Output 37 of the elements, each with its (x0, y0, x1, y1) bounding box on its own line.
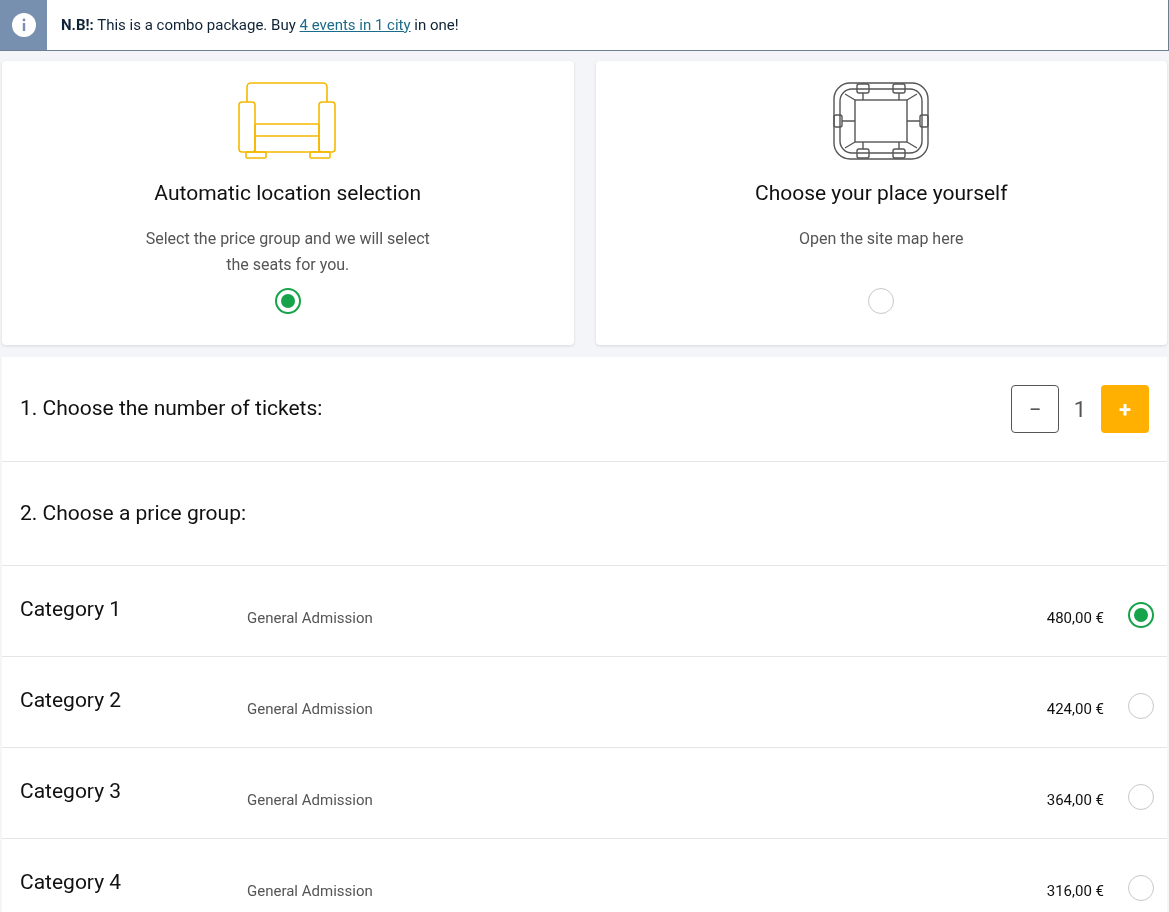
info-icon (11, 13, 36, 37)
radio-button[interactable] (1128, 875, 1154, 901)
selection-card[interactable]: Automatic location selection Select the price group and we will select the seats for you. (2, 61, 574, 345)
category-price: 364,00 € (1046, 790, 1104, 811)
venue-map-icon (833, 82, 930, 160)
card-title: Automatic location selection (154, 180, 422, 207)
radio-button[interactable] (1128, 602, 1154, 628)
selection-card[interactable]: Choose your place yourself Open the site map here (595, 61, 1167, 345)
admission-type: General Admission (247, 608, 373, 629)
category-name: Category 1 (20, 596, 122, 623)
category-price: 316,00 € (1046, 881, 1104, 902)
section-heading: 2. Choose a price group: (20, 499, 247, 527)
admission-type: General Admission (247, 699, 373, 720)
category-row[interactable]: Category 3 General Admission 364,00 € (2, 748, 1167, 839)
radio-button[interactable] (868, 287, 895, 314)
category-name: Category 4 (20, 869, 122, 896)
category-row[interactable]: Category 2 General Admission 424,00 € (2, 657, 1167, 748)
category-row[interactable]: Category 1 General Admission 480,00 € (2, 566, 1167, 657)
radio-button[interactable] (1128, 784, 1154, 810)
card-description: Open the site map here (798, 227, 965, 250)
radio-button[interactable] (1128, 693, 1154, 719)
card-description: Select the price group and we will select the seats for you. (144, 227, 431, 276)
admission-type: General Admission (247, 790, 373, 811)
card-title: Choose your place yourself (755, 180, 1008, 207)
category-row[interactable]: Category 4 General Admission 316,00 € (2, 839, 1167, 912)
radio-button[interactable] (274, 287, 301, 314)
category-price: 480,00 € (1046, 608, 1104, 629)
notice-text: N.B!: This is a combo package. Buy 4 events in 1 city in one! (60, 14, 459, 36)
category-name: Category 2 (20, 687, 122, 714)
category-price: 424,00 € (1046, 699, 1104, 720)
ticket-count: 1 (1073, 395, 1087, 424)
admission-type: General Admission (247, 881, 373, 902)
armchair-icon (237, 82, 338, 160)
section-heading: 1. Choose the number of tickets: (20, 395, 323, 423)
decrement-button[interactable]: − (1011, 385, 1059, 433)
category-name: Category 3 (20, 778, 122, 805)
events-link[interactable]: 4 events in 1 city (299, 15, 411, 34)
